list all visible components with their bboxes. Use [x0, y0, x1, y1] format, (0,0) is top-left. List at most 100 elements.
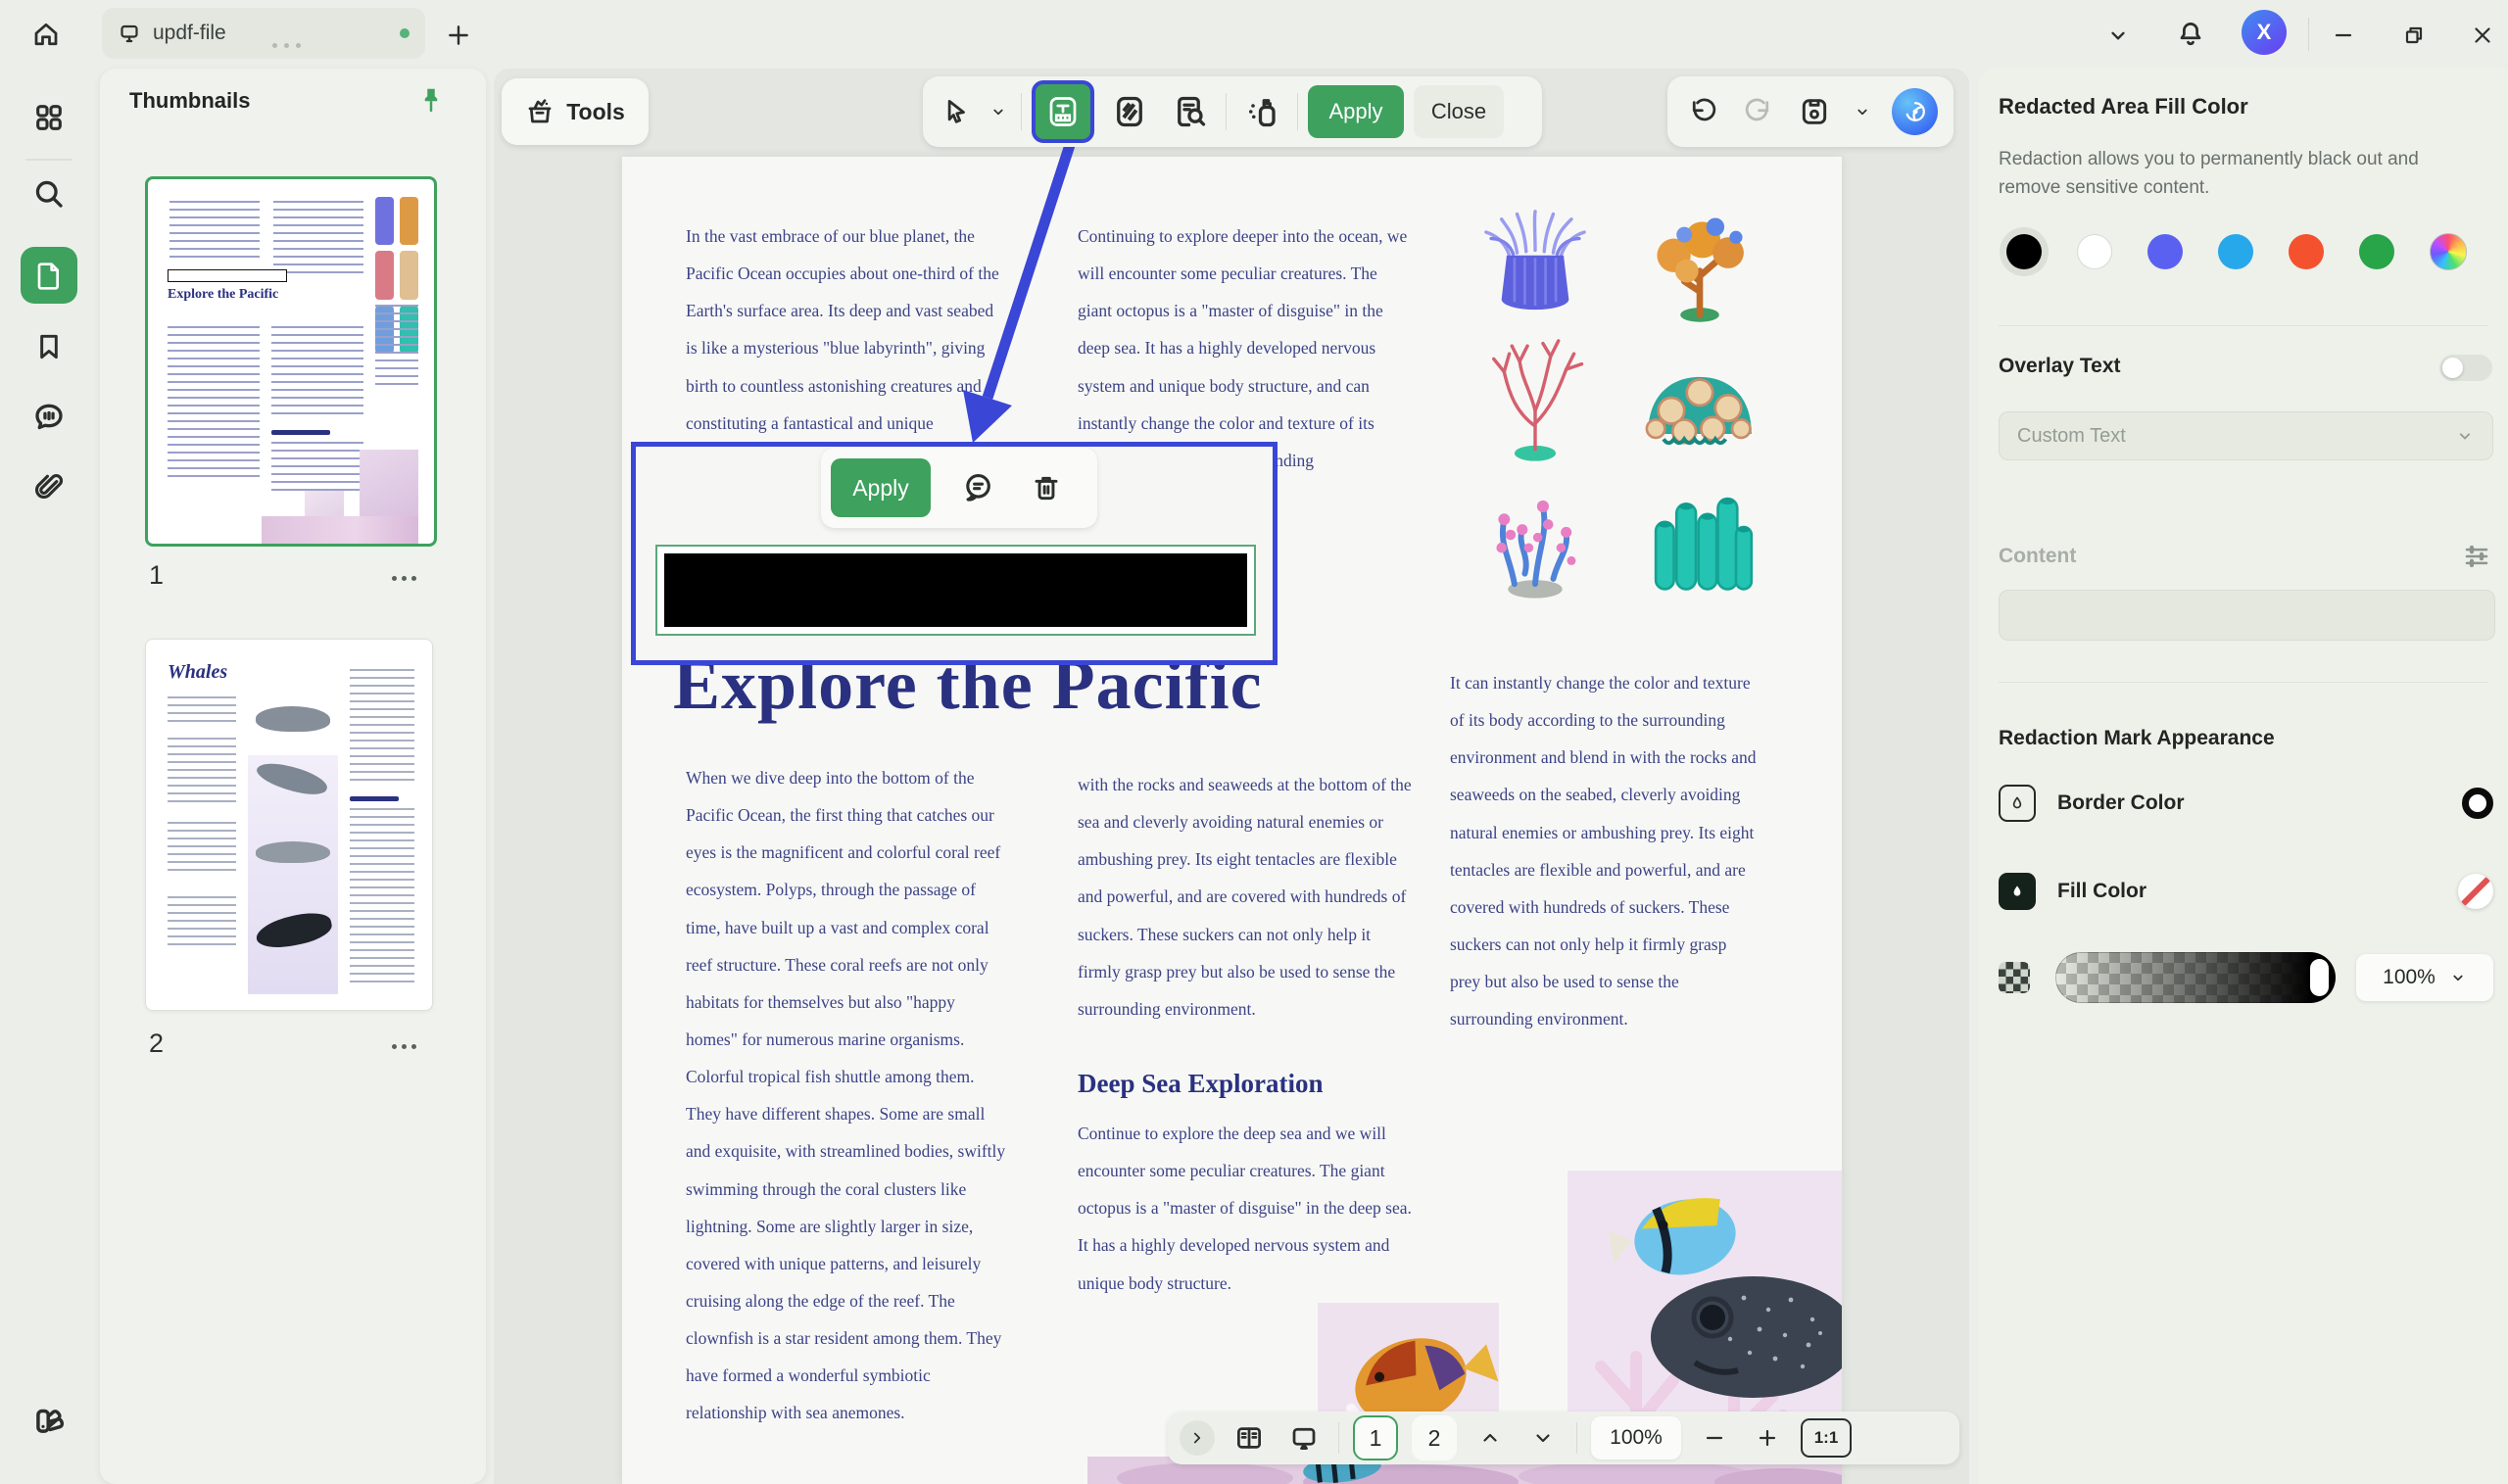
sidebar-item-attachments[interactable]: [27, 466, 71, 509]
redo-icon: [1744, 97, 1773, 126]
fill-color-swatch[interactable]: [2458, 874, 2493, 909]
save-icon: [1799, 96, 1830, 127]
save-options-chevron[interactable]: [1852, 92, 1875, 131]
toolbar-divider: [1226, 93, 1227, 130]
border-color-label: Border Color: [2057, 791, 2185, 815]
save-button[interactable]: [1795, 90, 1833, 133]
sidebar-item-bookmarks[interactable]: [27, 325, 71, 368]
redaction-apply-button[interactable]: Apply: [831, 458, 931, 517]
cursor-icon: [941, 97, 971, 126]
sidebar-item-stamps[interactable]: [25, 1397, 72, 1444]
swatch-rainbow[interactable]: [2430, 233, 2467, 270]
chevron-down-icon: [1854, 103, 1871, 120]
window-restore-button[interactable]: [2394, 16, 2434, 55]
redact-page-tool-button[interactable]: [1104, 86, 1155, 137]
chevron-down-icon: [989, 103, 1007, 120]
ai-assistant-icon: [1901, 97, 1930, 126]
home-button[interactable]: [22, 12, 71, 57]
swatch-cyan[interactable]: [2218, 234, 2253, 269]
comment-bubble-icon[interactable]: [956, 466, 999, 509]
coral-anemone-image: [1467, 196, 1612, 333]
undo-button[interactable]: [1683, 90, 1721, 133]
new-tab-button[interactable]: [439, 16, 478, 55]
bookmark-icon: [33, 331, 65, 362]
zoom-in-button[interactable]: [1748, 1418, 1787, 1458]
thumbnail-page-1[interactable]: Explore the Pacific: [145, 176, 437, 547]
search-icon: [31, 176, 67, 212]
content-settings-button[interactable]: [2457, 537, 2496, 576]
pdf-page-1: In the vast embrace of our blue planet, …: [622, 157, 1842, 1484]
attachment-icon: [32, 471, 66, 504]
trash-icon[interactable]: [1025, 466, 1068, 509]
two-page-view-button[interactable]: [1229, 1417, 1270, 1459]
titlebar-divider: [2308, 18, 2309, 51]
presentation-icon: [1289, 1423, 1319, 1453]
pin-icon: [416, 85, 446, 115]
sidebar-item-apps[interactable]: [27, 96, 71, 139]
close-button[interactable]: Close: [1414, 85, 1504, 138]
page-1-button[interactable]: 1: [1353, 1415, 1398, 1460]
page-navigation-bar: 1 2 100% 1:1: [1168, 1412, 1959, 1464]
chevron-down-icon: [2449, 969, 2467, 986]
notifications-button[interactable]: [2169, 12, 2212, 57]
tools-button[interactable]: Tools: [502, 78, 649, 145]
sidebar-expand-button[interactable]: [1180, 1420, 1215, 1456]
swatch-blue[interactable]: [2147, 234, 2183, 269]
bar-divider: [1576, 1422, 1577, 1454]
toolbar-divider: [1297, 93, 1298, 130]
sanitize-tool-button[interactable]: [1236, 86, 1287, 137]
titlebar-collapse-button[interactable]: [2098, 16, 2138, 55]
redaction-mark-area[interactable]: [655, 545, 1256, 636]
restore-icon: [2402, 24, 2426, 47]
swatch-black[interactable]: [2006, 234, 2042, 269]
thumbnail-1-more-button[interactable]: [384, 564, 423, 592]
custom-text-dropdown[interactable]: Custom Text: [1999, 411, 2493, 460]
border-color-icon: [1999, 785, 2036, 822]
paragraph-intro-col1: In the vast embrace of our blue planet, …: [686, 217, 1001, 479]
opacity-dropdown[interactable]: 100%: [2356, 954, 2493, 1001]
redact-search-tool-button[interactable]: [1165, 86, 1216, 137]
panel-drag-handle[interactable]: [272, 43, 301, 48]
swatch-green[interactable]: [2359, 234, 2394, 269]
page-2-button[interactable]: 2: [1412, 1415, 1457, 1460]
paragraph-body-col1: When we dive deep into the bottom of the…: [686, 759, 1007, 1432]
apply-button[interactable]: Apply: [1308, 85, 1404, 138]
thumbnail-page-2[interactable]: Whales: [145, 639, 433, 1011]
paragraph-body-col2: with the rocks and seaweeds at the botto…: [1078, 766, 1413, 1028]
opacity-slider[interactable]: [2055, 952, 2336, 1003]
swatch-orange[interactable]: [2289, 234, 2324, 269]
coral-grid: [1467, 196, 1776, 617]
sidebar-item-comments[interactable]: [27, 396, 71, 439]
thumbnail-2-more-button[interactable]: [384, 1032, 423, 1060]
document-tab[interactable]: updf-file: [102, 8, 425, 59]
window-minimize-button[interactable]: [2324, 16, 2363, 55]
toolbar-divider: [1021, 93, 1022, 130]
zoom-level-value: 100%: [1610, 1426, 1663, 1450]
thumb-page2-title: Whales: [168, 661, 227, 684]
pin-panel-button[interactable]: [411, 80, 451, 120]
swatch-white[interactable]: [2077, 234, 2112, 269]
coral-tube-sponge-image: [1631, 470, 1776, 607]
presentation-button[interactable]: [1283, 1417, 1325, 1459]
select-tool-chevron[interactable]: [986, 92, 1011, 131]
content-input[interactable]: [1999, 590, 2495, 641]
redo-button[interactable]: [1739, 90, 1777, 133]
overlay-text-toggle[interactable]: [2439, 355, 2492, 381]
window-close-button[interactable]: [2463, 16, 2502, 55]
avatar[interactable]: X: [2242, 10, 2287, 55]
zoom-out-button[interactable]: [1695, 1418, 1734, 1458]
content-label: Content: [1999, 545, 2076, 568]
pages-icon: [33, 260, 65, 291]
select-tool-button[interactable]: [937, 88, 976, 135]
opacity-slider-handle[interactable]: [2310, 959, 2329, 996]
ai-assistant-button[interactable]: [1892, 88, 1938, 135]
next-page-button[interactable]: [1523, 1418, 1563, 1458]
previous-page-button[interactable]: [1471, 1418, 1510, 1458]
redact-text-tool-button[interactable]: [1032, 80, 1094, 143]
sidebar-item-search[interactable]: [27, 172, 71, 215]
zoom-level-button[interactable]: 100%: [1591, 1416, 1681, 1460]
actual-size-button[interactable]: 1:1: [1801, 1418, 1852, 1458]
sidebar-item-thumbnails[interactable]: [21, 247, 77, 304]
coral-dome-image: [1631, 333, 1776, 470]
border-color-swatch[interactable]: [2462, 788, 2493, 819]
